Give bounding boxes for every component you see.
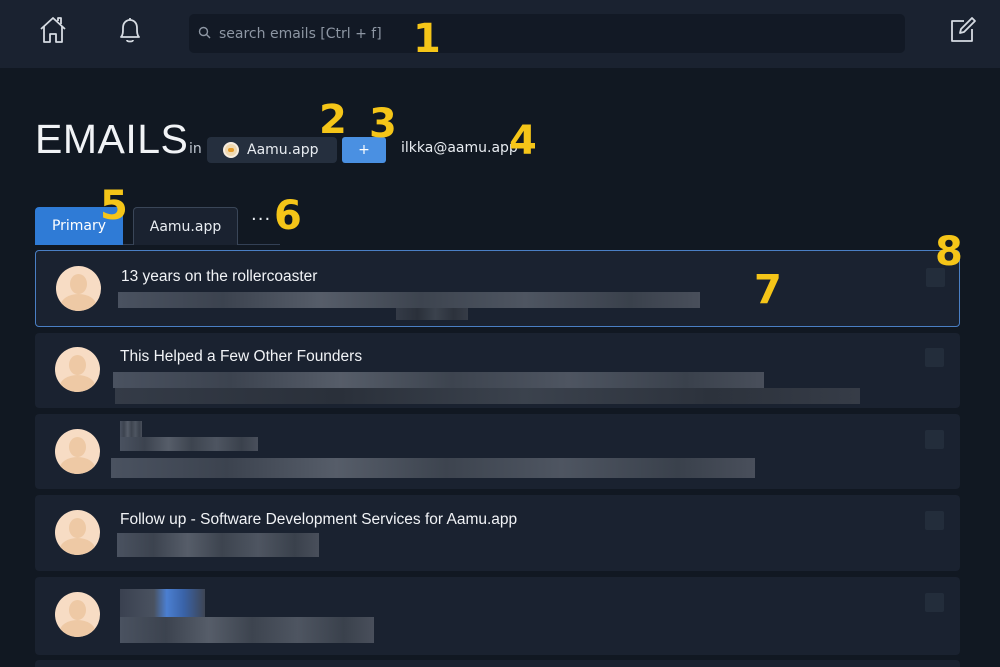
organization-logo-icon xyxy=(223,142,239,158)
email-row[interactable]: Follow up - Software Development Service… xyxy=(35,495,960,571)
blurred-preview xyxy=(120,617,374,643)
compose-icon[interactable] xyxy=(946,14,978,46)
email-row[interactable]: This Helped a Few Other Founders xyxy=(35,333,960,408)
blurred-preview xyxy=(396,308,468,320)
blurred-preview xyxy=(117,533,319,557)
avatar xyxy=(55,592,100,637)
email-row[interactable] xyxy=(35,660,960,667)
tab-aamu-app[interactable]: Aamu.app xyxy=(133,207,238,245)
avatar xyxy=(56,266,101,311)
avatar xyxy=(55,347,100,392)
blurred-preview xyxy=(118,292,700,308)
blurred-preview xyxy=(113,372,764,388)
organization-label: Aamu.app xyxy=(247,142,319,158)
search-input[interactable] xyxy=(219,14,879,53)
email-row[interactable] xyxy=(35,414,960,489)
more-tabs-button[interactable]: ··· xyxy=(251,209,271,230)
email-checkbox[interactable] xyxy=(925,511,944,530)
email-checkbox[interactable] xyxy=(925,430,944,449)
email-subject: 13 years on the rollercoaster xyxy=(121,268,318,285)
annotation-label: 8 xyxy=(935,229,963,275)
blurred-subject xyxy=(120,421,142,437)
avatar xyxy=(55,429,100,474)
annotation-label: 2 xyxy=(319,97,347,143)
email-subject: Follow up - Software Development Service… xyxy=(120,511,518,528)
email-row[interactable] xyxy=(35,577,960,655)
in-label: in xyxy=(189,141,202,157)
account-email[interactable]: ilkka@aamu.app xyxy=(401,140,518,156)
annotation-label: 1 xyxy=(413,16,441,62)
email-subject: This Helped a Few Other Founders xyxy=(120,348,363,365)
blurred-subject xyxy=(120,589,205,617)
blurred-preview xyxy=(111,458,755,478)
email-checkbox[interactable] xyxy=(925,348,944,367)
email-checkbox[interactable] xyxy=(925,593,944,612)
blurred-preview xyxy=(115,388,860,404)
annotation-label: 5 xyxy=(100,183,128,229)
search-icon xyxy=(198,26,211,39)
annotation-label: 7 xyxy=(754,267,782,313)
page-title: EMAILS xyxy=(35,116,189,162)
home-icon[interactable] xyxy=(37,14,69,46)
bell-icon[interactable] xyxy=(114,14,146,46)
annotation-label: 3 xyxy=(369,101,397,147)
top-bar xyxy=(0,0,1000,68)
email-row[interactable]: 13 years on the rollercoaster xyxy=(35,250,960,327)
blurred-subject xyxy=(120,437,258,451)
search-bar[interactable] xyxy=(189,14,905,53)
annotation-label: 4 xyxy=(509,118,537,164)
annotation-label: 6 xyxy=(274,193,302,239)
organization-selector[interactable]: Aamu.app xyxy=(207,137,337,163)
avatar xyxy=(55,510,100,555)
